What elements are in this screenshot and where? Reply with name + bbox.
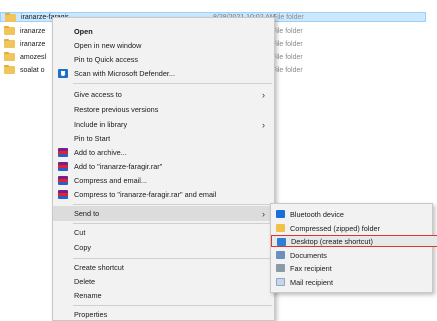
file-type: File folder xyxy=(272,27,303,35)
menu-separator xyxy=(73,204,272,205)
bluetooth-icon xyxy=(276,210,285,218)
menu-label: Create shortcut xyxy=(74,263,124,272)
submenu-label: Documents xyxy=(290,250,327,260)
menu-item-delete[interactable]: Delete xyxy=(53,274,274,289)
file-name: amozesl xyxy=(20,53,47,61)
menu-label: Pin to Quick access xyxy=(74,55,139,64)
chevron-right-icon: › xyxy=(262,90,265,100)
menu-label: Cut xyxy=(74,228,86,237)
menu-label: Rename xyxy=(74,291,102,300)
winrar-icon xyxy=(58,162,68,171)
menu-item-cut[interactable]: Cut xyxy=(53,225,274,240)
zip-folder-icon xyxy=(276,224,285,232)
submenu-label: Compressed (zipped) folder xyxy=(290,223,381,233)
menu-label: Restore previous versions xyxy=(74,105,159,114)
folder-icon xyxy=(4,52,15,61)
folder-icon xyxy=(4,26,15,35)
defender-shield-icon xyxy=(58,69,68,78)
winrar-icon xyxy=(58,190,68,199)
menu-item-compress-email[interactable]: Compress and email... xyxy=(53,173,274,188)
chevron-right-icon: › xyxy=(262,120,265,130)
send-to-submenu: Bluetooth device Compressed (zipped) fol… xyxy=(270,203,437,293)
submenu-label: Fax recipient xyxy=(290,263,332,273)
menu-label: Send to xyxy=(74,209,100,218)
menu-separator xyxy=(73,305,272,306)
menu-item-add-rar[interactable]: Add to "iranarze-faragir.rar" xyxy=(53,159,274,174)
submenu-item-desktop-shortcut[interactable]: Desktop (create shortcut) xyxy=(271,235,437,247)
winrar-icon xyxy=(58,176,68,185)
folder-icon xyxy=(4,39,15,48)
menu-item-rename[interactable]: Rename xyxy=(53,288,274,303)
submenu-item-mail[interactable]: Mail recipient xyxy=(271,276,432,288)
menu-item-add-archive[interactable]: Add to archive... xyxy=(53,145,274,160)
mail-icon xyxy=(276,278,285,286)
menu-separator xyxy=(73,223,272,224)
menu-label: Delete xyxy=(74,277,96,286)
menu-item-restore-versions[interactable]: Restore previous versions xyxy=(53,102,274,117)
fax-icon xyxy=(276,264,285,272)
menu-item-open-new-window[interactable]: Open in new window xyxy=(53,38,274,53)
menu-label: Open in new window xyxy=(74,41,142,50)
menu-item-include-library[interactable]: Include in library › xyxy=(53,117,274,132)
menu-item-scan-defender[interactable]: Scan with Microsoft Defender... xyxy=(53,66,274,81)
file-type: File folder xyxy=(272,66,303,74)
menu-label: Copy xyxy=(74,243,92,252)
file-type: File folder xyxy=(273,13,304,21)
menu-label: Add to "iranarze-faragir.rar" xyxy=(74,162,163,171)
menu-separator xyxy=(73,258,272,259)
menu-item-send-to[interactable]: Send to › xyxy=(53,206,274,221)
folder-icon xyxy=(5,13,16,22)
submenu-label: Bluetooth device xyxy=(290,209,344,219)
file-type: File folder xyxy=(272,53,303,61)
submenu-item-fax[interactable]: Fax recipient xyxy=(271,262,432,274)
submenu-item-bluetooth[interactable]: Bluetooth device xyxy=(271,208,432,220)
menu-label: Pin to Start xyxy=(74,134,111,143)
menu-label: Compress to "iranarze-faragir.rar" and e… xyxy=(74,190,217,199)
submenu-label: Desktop (create shortcut) xyxy=(291,236,373,246)
context-menu: Open Open in new window Pin to Quick acc… xyxy=(52,17,275,321)
menu-label: Give access to xyxy=(74,90,122,99)
winrar-icon xyxy=(58,148,68,157)
menu-label: Scan with Microsoft Defender... xyxy=(74,69,175,78)
chevron-right-icon: › xyxy=(262,209,265,219)
menu-item-open[interactable]: Open xyxy=(53,24,274,39)
menu-item-create-shortcut[interactable]: Create shortcut xyxy=(53,260,274,275)
menu-label: Include in library xyxy=(74,120,128,129)
menu-item-give-access[interactable]: Give access to › xyxy=(53,87,274,102)
menu-item-properties[interactable]: Properties xyxy=(53,307,274,321)
menu-item-pin-start[interactable]: Pin to Start xyxy=(53,131,274,146)
menu-separator xyxy=(73,83,272,84)
file-name: iranarze xyxy=(20,27,46,35)
folder-icon xyxy=(4,65,15,74)
submenu-item-documents[interactable]: Documents xyxy=(271,249,432,261)
menu-label: Compress and email... xyxy=(74,176,147,185)
menu-label: Open xyxy=(74,27,93,36)
menu-item-copy[interactable]: Copy xyxy=(53,240,274,255)
documents-icon xyxy=(276,251,285,259)
file-name: iranarze xyxy=(20,40,46,48)
file-name: soalat o xyxy=(20,66,45,74)
menu-item-compress-rar-email[interactable]: Compress to "iranarze-faragir.rar" and e… xyxy=(53,187,274,202)
submenu-label: Mail recipient xyxy=(290,277,333,287)
menu-item-pin-quick-access[interactable]: Pin to Quick access xyxy=(53,52,274,67)
menu-label: Properties xyxy=(74,310,108,319)
menu-label: Add to archive... xyxy=(74,148,127,157)
submenu-item-compressed-folder[interactable]: Compressed (zipped) folder xyxy=(271,222,432,234)
desktop-icon xyxy=(277,238,286,246)
file-type: File folder xyxy=(272,40,303,48)
